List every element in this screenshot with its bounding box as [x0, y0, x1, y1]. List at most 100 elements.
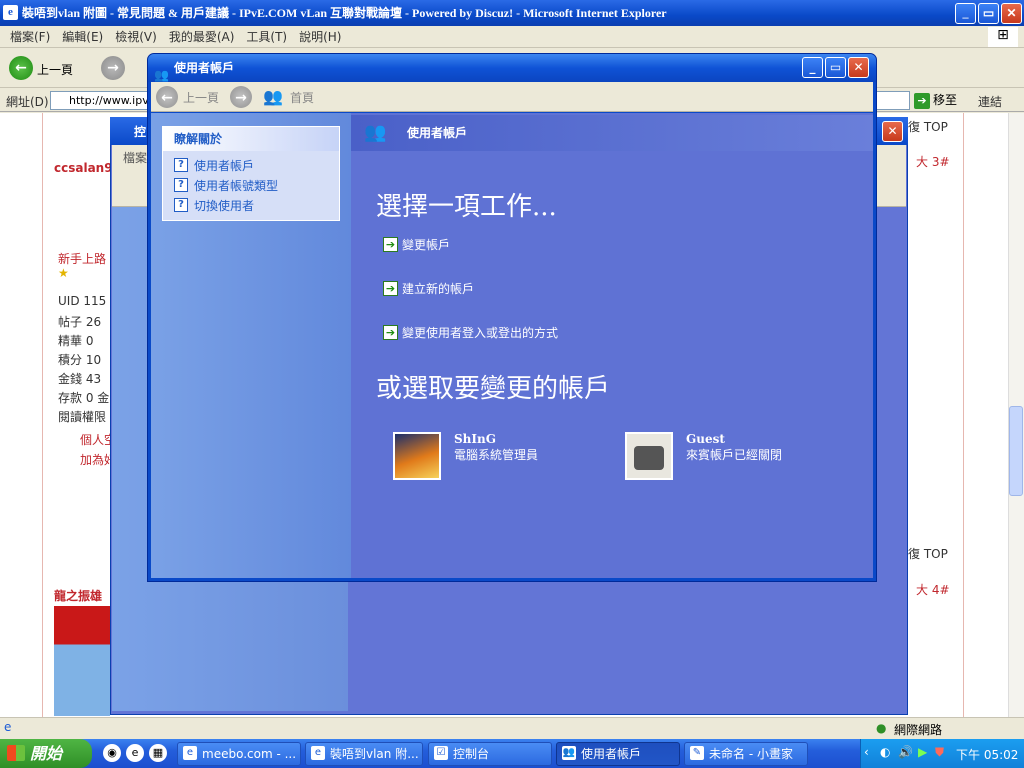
- go-button[interactable]: ➔ 移至: [914, 91, 972, 110]
- ie-icon: e: [311, 746, 325, 760]
- ie-status-bar: [0, 717, 1024, 739]
- taskbar-label: 使用者帳戶: [581, 747, 642, 761]
- windows-flag-icon: [7, 745, 25, 761]
- reply-top-link[interactable]: 復 TOP: [908, 545, 948, 562]
- ie-title-bar: e 裝唔到vlan 附圖 - 常見問題 & 用戶建議 - IPvE.COM vL…: [0, 0, 1024, 26]
- account-picture-shing[interactable]: [393, 432, 441, 480]
- ua-forward-arrow-icon[interactable]: →: [230, 86, 252, 108]
- taskbar-clock[interactable]: 下午 05:02: [956, 746, 1018, 763]
- task-create-account[interactable]: ➔ 建立新的帳戶: [383, 280, 474, 297]
- user-stat: 積分 10: [58, 353, 102, 367]
- help-icon: ?: [174, 198, 188, 212]
- learn-item-user-accounts[interactable]: ? 使用者帳戶: [174, 156, 254, 174]
- learn-about-title: 瞭解關於: [163, 127, 339, 151]
- ie-menu-bar: 檔案(F) 編輯(E) 檢視(V) 我的最愛(A) 工具(T) 說明(H): [0, 26, 1024, 48]
- ie-icon: e: [183, 746, 197, 760]
- tray-chevron-icon[interactable]: ‹: [864, 745, 869, 759]
- paint-icon: ✎: [690, 746, 704, 760]
- back-button-label[interactable]: 上一頁: [37, 61, 73, 78]
- taskbar-control-panel[interactable]: ☑ 控制台: [428, 742, 552, 766]
- taskbar-paint[interactable]: ✎ 未命名 - 小畫家: [684, 742, 808, 766]
- learn-item-label: 使用者帳號類型: [194, 178, 279, 193]
- account-name[interactable]: Guest: [686, 432, 725, 446]
- menu-tools[interactable]: 工具(T): [240, 28, 293, 45]
- forward-arrow-icon[interactable]: →: [101, 56, 125, 80]
- ie-icon: e: [3, 5, 18, 20]
- taskbar-meebo[interactable]: e meebo.com - ...: [177, 742, 301, 766]
- learn-item-label: 使用者帳戶: [194, 158, 255, 173]
- floor-number: 大 3#: [916, 155, 950, 169]
- cp-menu-file[interactable]: 檔案: [123, 149, 147, 166]
- taskbar-label: meebo.com - ...: [202, 747, 297, 761]
- ua-home-label[interactable]: 首頁: [290, 89, 314, 106]
- suitcase-icon: [634, 446, 664, 470]
- menu-favorites[interactable]: 我的最愛(A): [163, 28, 241, 45]
- maximize-button[interactable]: ▭: [978, 3, 999, 24]
- task-change-account[interactable]: ➔ 變更帳戶: [383, 236, 450, 253]
- help-icon: ?: [174, 158, 188, 172]
- control-panel-title: 控: [134, 125, 147, 139]
- account-picture-guest[interactable]: [625, 432, 673, 480]
- task-label: 變更使用者登入或登出的方式: [402, 326, 559, 340]
- volume-icon[interactable]: 🔊: [898, 745, 913, 759]
- cp-close-button[interactable]: ✕: [882, 121, 903, 142]
- globe-icon: ●: [876, 721, 887, 735]
- users-icon: 👥: [364, 122, 387, 143]
- ua-maximize-button[interactable]: ▭: [825, 57, 846, 78]
- close-button[interactable]: ✕: [1001, 3, 1022, 24]
- learn-item-label: 切換使用者: [194, 198, 255, 213]
- star-icon: ★: [58, 266, 69, 280]
- account-type: 來賓帳戶已經關閉: [686, 448, 783, 462]
- internet-zone-label: 網際網路: [894, 723, 943, 737]
- menu-file[interactable]: 檔案(F): [4, 28, 56, 45]
- task-change-logon[interactable]: ➔ 變更使用者登入或登出的方式: [383, 324, 558, 341]
- taskbar-label: 未命名 - 小畫家: [709, 747, 793, 761]
- green-arrow-icon: ➔: [383, 237, 398, 252]
- menu-view[interactable]: 檢視(V): [109, 28, 163, 45]
- chrome-quicklaunch-icon[interactable]: ◉: [103, 744, 121, 762]
- learn-item-account-types[interactable]: ? 使用者帳號類型: [174, 176, 278, 194]
- ua-back-arrow-icon[interactable]: ←: [156, 86, 178, 108]
- taskbar-user-accounts[interactable]: 👥 使用者帳戶: [556, 742, 680, 766]
- learn-item-switch-users[interactable]: ? 切換使用者: [174, 196, 254, 214]
- back-arrow-icon[interactable]: ←: [9, 56, 33, 80]
- user-rank: 新手上路: [58, 252, 107, 266]
- home-users-icon[interactable]: 👥: [263, 87, 283, 106]
- menu-edit[interactable]: 編輯(E): [56, 28, 109, 45]
- ua-back-label[interactable]: 上一頁: [183, 89, 219, 106]
- account-type: 電腦系統管理員: [454, 448, 539, 462]
- users-icon: 👥: [562, 746, 576, 760]
- task-label: 變更帳戶: [402, 238, 451, 252]
- ua-title-text: 使用者帳戶: [174, 61, 235, 75]
- ie-title-text: 裝唔到vlan 附圖 - 常見問題 & 用戶建議 - IPvE.COM vLan…: [22, 6, 667, 20]
- tray-app-icon[interactable]: ◐: [880, 745, 890, 759]
- go-arrow-icon: ➔: [914, 93, 930, 109]
- ua-main-pane: [351, 113, 873, 578]
- page-icon: e: [4, 720, 12, 734]
- ua-minimize-button[interactable]: _: [802, 57, 823, 78]
- ua-header: 使用者帳戶: [351, 115, 873, 151]
- green-arrow-icon: ➔: [383, 325, 398, 340]
- security-shield-icon[interactable]: ⛊: [935, 745, 944, 760]
- play-icon[interactable]: ▶: [918, 745, 927, 759]
- taskbar-ie-forum[interactable]: e 裝唔到vlan 附...: [305, 742, 423, 766]
- help-icon: ?: [174, 178, 188, 192]
- user-stat: 精華 0: [58, 334, 94, 348]
- taskbar-label: 控制台: [453, 747, 490, 761]
- ua-window-buttons: _ ▭ ✕: [802, 57, 869, 78]
- ua-close-button[interactable]: ✕: [848, 57, 869, 78]
- links-label[interactable]: 連結: [978, 93, 1002, 110]
- post-username[interactable]: 龍之振雄: [54, 587, 102, 604]
- account-name[interactable]: ShInG: [454, 432, 496, 446]
- scrollbar-thumb[interactable]: [1009, 406, 1023, 496]
- reply-top-link[interactable]: 復 TOP: [908, 118, 948, 135]
- start-label: 開始: [30, 744, 63, 763]
- task-label: 建立新的帳戶: [402, 282, 475, 296]
- windows-logo-icon: ⊞: [988, 27, 1018, 47]
- ie-quicklaunch-icon[interactable]: e: [126, 744, 144, 762]
- menu-help[interactable]: 說明(H): [293, 28, 347, 45]
- start-button[interactable]: 開始: [0, 739, 92, 768]
- avatar: [54, 606, 110, 716]
- desktop-quicklaunch-icon[interactable]: ▦: [149, 744, 167, 762]
- minimize-button[interactable]: _: [955, 3, 976, 24]
